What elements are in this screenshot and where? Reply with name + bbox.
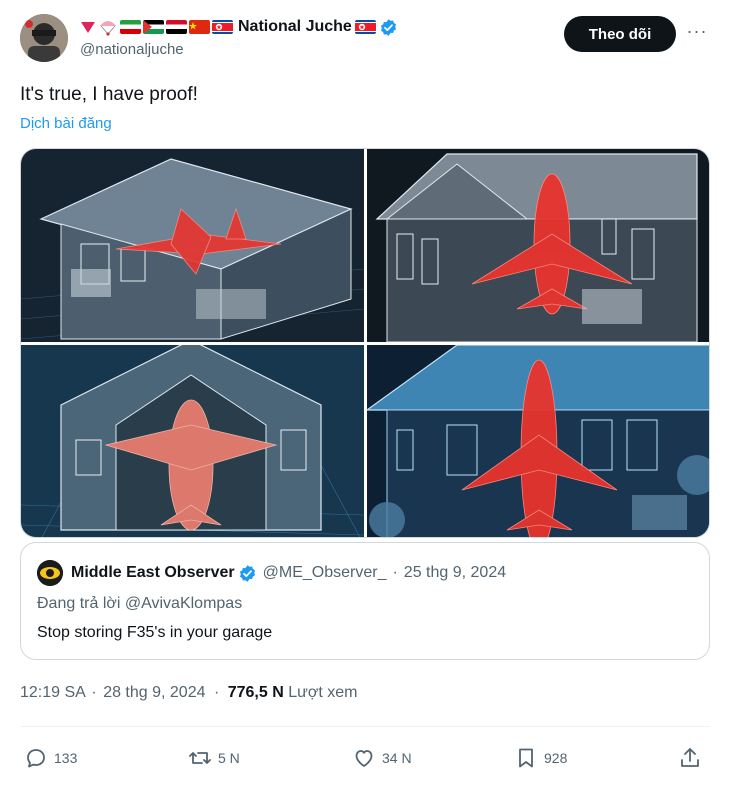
- quoted-separator: ·: [392, 564, 398, 581]
- tweet-header: National Juche @nationaljuche Theo dõi ·…: [20, 14, 710, 64]
- reply-icon: [27, 749, 45, 768]
- quoted-tweet-text: Stop storing F35's in your garage: [37, 624, 273, 641]
- translate-post-link[interactable]: Dịch bài đăng: [20, 115, 112, 132]
- follow-button[interactable]: Theo dõi: [564, 16, 676, 52]
- more-options-button[interactable]: ···: [684, 22, 710, 46]
- tweet-meta: 12:19 SA · 28 thg 9, 2024 · 776,5 N Lượt…: [20, 684, 357, 702]
- media-grid: [20, 148, 710, 538]
- tweet-time[interactable]: 12:19 SA: [20, 684, 85, 701]
- yemen-flag-icon: [166, 20, 187, 34]
- tweet-text: It's true, I have proof!: [20, 84, 198, 105]
- bookmark-icon: [519, 748, 533, 768]
- author-name-row[interactable]: National Juche: [80, 16, 398, 38]
- divider: [20, 726, 710, 727]
- views-label: Lượt xem: [288, 684, 358, 701]
- author-handle[interactable]: @nationaljuche: [80, 41, 184, 58]
- reply-button[interactable]: 133: [24, 742, 77, 774]
- palestine-flag-icon: [143, 20, 164, 34]
- repost-icon: [189, 752, 211, 764]
- media-image-4[interactable]: [367, 345, 709, 537]
- tweet-date[interactable]: 28 thg 9, 2024: [103, 684, 205, 701]
- verified-badge-icon[interactable]: [238, 564, 257, 583]
- name-emojis: [80, 18, 233, 36]
- meta-separator: ·: [213, 684, 220, 701]
- author-display-name[interactable]: National Juche: [238, 18, 352, 36]
- repost-button[interactable]: 5 N: [188, 742, 240, 774]
- media-image-2[interactable]: [367, 149, 709, 342]
- quoted-author-handle[interactable]: @ME_Observer_: [263, 564, 387, 582]
- china-flag-icon: [189, 20, 210, 34]
- view-count: 776,5 N: [227, 684, 284, 701]
- media-image-1[interactable]: [21, 149, 364, 342]
- quoted-reply-to: Đang trả lời @AvivaKlompas: [37, 595, 243, 612]
- red-triangle-icon: [81, 22, 95, 33]
- parachute-icon: [100, 21, 116, 36]
- quoted-date[interactable]: 25 thg 9, 2024: [404, 564, 506, 582]
- like-button[interactable]: 34 N: [352, 742, 412, 774]
- bookmark-button[interactable]: 928: [514, 742, 567, 774]
- meta-separator: ·: [91, 684, 97, 701]
- quoted-tweet[interactable]: Middle East Observer @ME_Observer_ · 25 …: [20, 542, 710, 660]
- iran-flag-icon: [120, 20, 141, 34]
- verified-badge-icon[interactable]: [379, 18, 398, 37]
- north-korea-flag-icon: [354, 20, 376, 34]
- quoted-author-avatar[interactable]: [37, 560, 63, 586]
- quoted-tweet-header: Middle East Observer @ME_Observer_ · 25 …: [37, 560, 506, 586]
- author-avatar[interactable]: [20, 14, 68, 62]
- bookmark-count: 928: [544, 750, 568, 766]
- heart-icon: [355, 750, 373, 767]
- media-image-3[interactable]: [21, 345, 364, 537]
- quoted-author-name[interactable]: Middle East Observer: [71, 564, 235, 582]
- share-icon: [681, 748, 699, 767]
- like-count: 34 N: [382, 750, 412, 766]
- reply-count: 133: [54, 750, 78, 766]
- north-korea-flag-icon: [212, 20, 233, 34]
- action-bar: 133 5 N 34 N 928: [20, 742, 710, 774]
- share-button[interactable]: [678, 742, 708, 774]
- repost-count: 5 N: [218, 750, 240, 766]
